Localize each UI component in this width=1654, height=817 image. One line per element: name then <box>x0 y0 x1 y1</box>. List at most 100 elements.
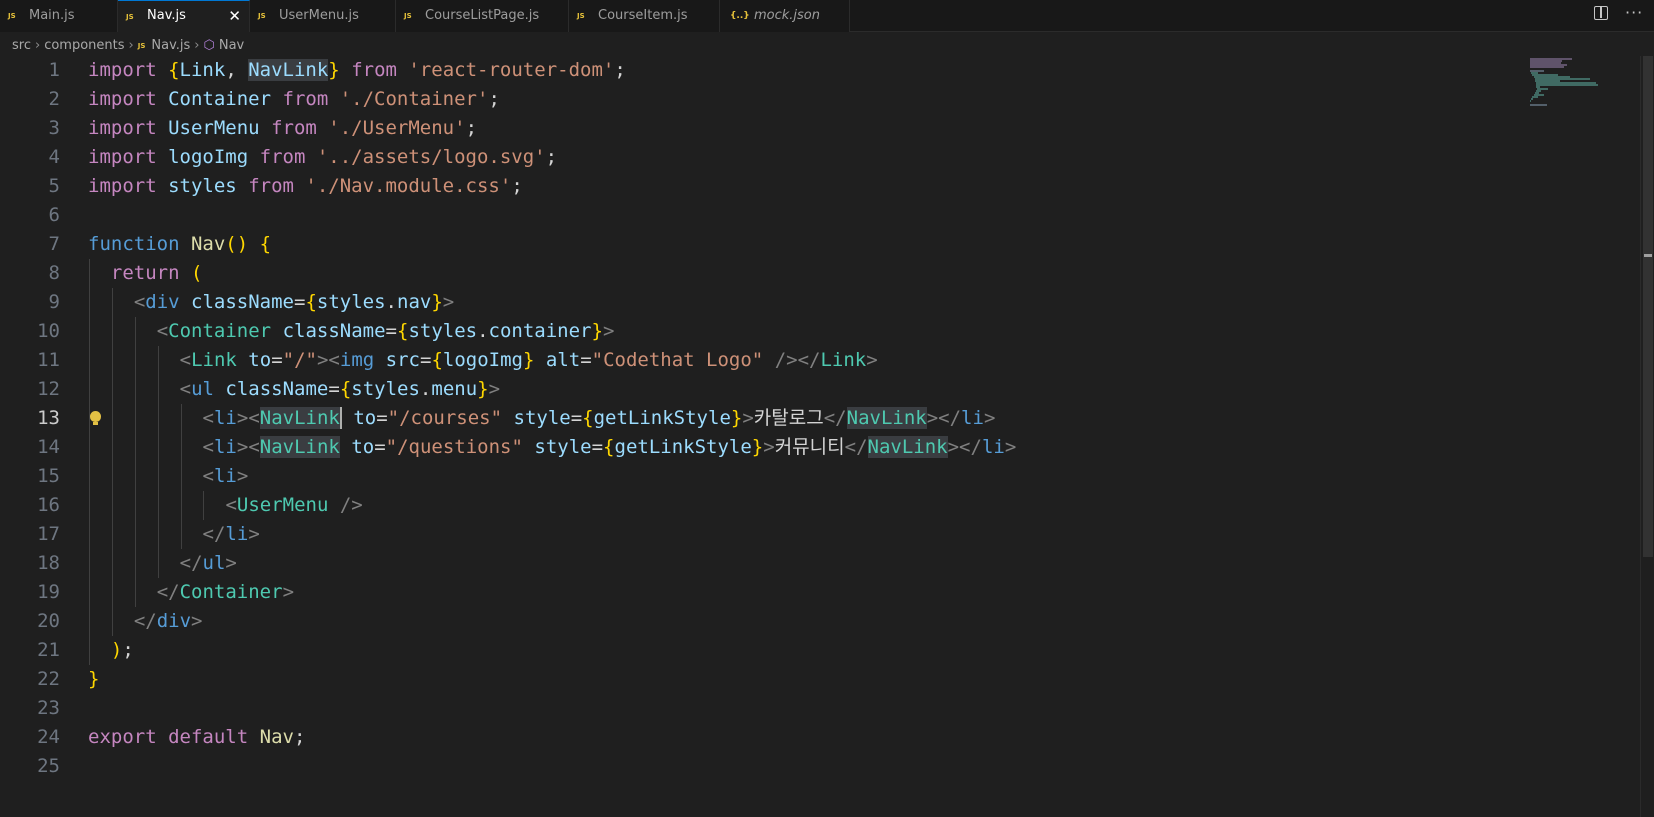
cursor-position-marker <box>1644 254 1652 257</box>
code-text: return ( <box>110 262 203 284</box>
code-line[interactable]: 5 import styles from './Nav.module.css'; <box>0 172 1530 201</box>
line-number: 9 <box>48 291 60 313</box>
minimap-line <box>1530 104 1548 106</box>
code-text: <Link to="/"><img src={logoImg} alt="Cod… <box>179 349 878 371</box>
code-line[interactable]: 1 import {Link, NavLink} from 'react-rout… <box>0 56 1530 85</box>
code-text: function Nav() { <box>88 233 272 255</box>
chevron-right-icon: › <box>194 38 200 53</box>
code-text: </Container> <box>156 581 295 603</box>
tab-courseitem-js[interactable]: JS CourseItem.js <box>569 0 720 32</box>
code-line[interactable]: 21 ); <box>0 636 1530 665</box>
code-line[interactable]: 10 <Container className={styles.containe… <box>0 317 1530 346</box>
minimap-line <box>1532 96 1538 98</box>
line-number: 8 <box>48 262 60 284</box>
line-number: 2 <box>48 88 60 110</box>
code-text: <li><NavLink to="/courses" style={getLin… <box>202 407 996 429</box>
code-line[interactable]: 20 </div> <box>0 607 1530 636</box>
split-editor-icon[interactable] <box>1594 6 1608 20</box>
minimap-line <box>1531 98 1533 100</box>
code-line[interactable]: 9 <div className={styles.nav}> <box>0 288 1530 317</box>
breadcrumb-item-symbol[interactable]: Nav <box>219 36 244 56</box>
chevron-right-icon: › <box>128 38 134 53</box>
code-line[interactable]: 7 function Nav() { <box>0 230 1530 259</box>
close-icon[interactable]: ✕ <box>228 1 241 31</box>
line-number: 6 <box>48 204 60 226</box>
code-line[interactable]: 22} <box>0 665 1530 694</box>
editor-tab-bar: JS Main.js JS Nav.js ✕ JS UserMenu.js JS… <box>0 0 1654 32</box>
code-text: import logoImg from '../assets/logo.svg'… <box>88 146 558 168</box>
tab-courselistpage-js[interactable]: JS CourseListPage.js <box>396 0 569 32</box>
line-number: 22 <box>37 668 60 690</box>
line-number: 12 <box>37 378 60 400</box>
code-line[interactable]: 14 <li><NavLink to="/questions" style={g… <box>0 433 1530 462</box>
code-text: <ul className={styles.menu}> <box>179 378 501 400</box>
tab-label: UserMenu.js <box>279 8 359 23</box>
code-text: import Container from './Container'; <box>88 88 500 110</box>
code-text: } <box>88 668 100 690</box>
code-line[interactable]: 8 return ( <box>0 259 1530 288</box>
line-number: 23 <box>37 697 60 719</box>
more-actions-icon[interactable]: ··· <box>1625 3 1643 22</box>
breadcrumb-item-components[interactable]: components <box>44 36 124 56</box>
code-text: ); <box>110 639 134 661</box>
code-line[interactable]: 4 import logoImg from '../assets/logo.svg… <box>0 143 1530 172</box>
line-number: 7 <box>48 233 60 255</box>
line-number: 5 <box>48 175 60 197</box>
line-number: 15 <box>37 465 60 487</box>
code-line[interactable]: 17 </li> <box>0 520 1530 549</box>
code-line[interactable]: 25 <box>0 752 1530 781</box>
code-line[interactable]: 18 </ul> <box>0 549 1530 578</box>
line-number: 3 <box>48 117 60 139</box>
tab-mock-json[interactable]: {..} mock.json <box>720 0 850 32</box>
line-number: 18 <box>37 552 60 574</box>
breadcrumb: src › components › JS Nav.js › ⬡ Nav <box>12 36 244 56</box>
indent-guide <box>89 259 90 665</box>
minimap[interactable] <box>1528 56 1628 176</box>
breadcrumb-item-src[interactable]: src <box>12 36 31 56</box>
line-number: 25 <box>37 755 60 777</box>
minimap-line <box>1536 84 1599 86</box>
code-text: </div> <box>133 610 203 632</box>
line-number: 20 <box>37 610 60 632</box>
line-number: 19 <box>37 581 60 603</box>
code-line[interactable]: 11 <Link to="/"><img src={logoImg} alt="… <box>0 346 1530 375</box>
line-number: 21 <box>37 639 60 661</box>
code-text: </li> <box>202 523 260 545</box>
tab-nav-js[interactable]: JS Nav.js ✕ <box>118 0 250 32</box>
lightbulb-icon[interactable] <box>90 411 101 425</box>
code-line[interactable]: 6 <box>0 201 1530 230</box>
tab-usermenu-js[interactable]: JS UserMenu.js <box>250 0 396 32</box>
code-line[interactable]: 2 import Container from './Container'; <box>0 85 1530 114</box>
code-line[interactable]: 15 <li> <box>0 462 1530 491</box>
code-line[interactable]: 24 export default Nav; <box>0 723 1530 752</box>
line-number: 10 <box>37 320 60 342</box>
code-text: <Container className={styles.container}> <box>156 320 615 342</box>
line-number: 17 <box>37 523 60 545</box>
code-line[interactable]: 3 import UserMenu from './UserMenu'; <box>0 114 1530 143</box>
js-file-icon: JS <box>577 12 585 20</box>
symbol-function-icon: ⬡ <box>203 38 215 53</box>
minimap-line <box>1530 100 1531 102</box>
code-line[interactable]: 13 <li><NavLink to="/courses" style={get… <box>0 404 1530 433</box>
json-file-icon: {..} <box>730 11 750 21</box>
code-line[interactable]: 12 <ul className={styles.menu}> <box>0 375 1530 404</box>
scrollbar-thumb[interactable] <box>1643 56 1653 557</box>
line-number: 14 <box>37 436 60 458</box>
indent-guide <box>134 317 136 607</box>
tab-label: CourseListPage.js <box>425 8 540 23</box>
code-line[interactable]: 19 </Container> <box>0 578 1530 607</box>
code-text: export default Nav; <box>88 726 306 748</box>
chevron-right-icon: › <box>34 38 41 53</box>
breadcrumb-item-file[interactable]: Nav.js <box>151 36 190 56</box>
code-text: import UserMenu from './UserMenu'; <box>88 117 478 139</box>
minimap-line <box>1530 66 1565 68</box>
vertical-scrollbar[interactable] <box>1640 56 1654 817</box>
js-file-icon: JS <box>8 12 16 20</box>
code-line[interactable]: 23 <box>0 694 1530 723</box>
tab-main-js[interactable]: JS Main.js <box>0 0 118 32</box>
code-editor[interactable]: 1 import {Link, NavLink} from 'react-rout… <box>0 56 1654 817</box>
code-line[interactable]: 16 <UserMenu /> <box>0 491 1530 520</box>
js-file-icon: JS <box>126 13 134 21</box>
js-file-icon: JS <box>404 12 412 20</box>
tab-label: CourseItem.js <box>598 8 688 23</box>
